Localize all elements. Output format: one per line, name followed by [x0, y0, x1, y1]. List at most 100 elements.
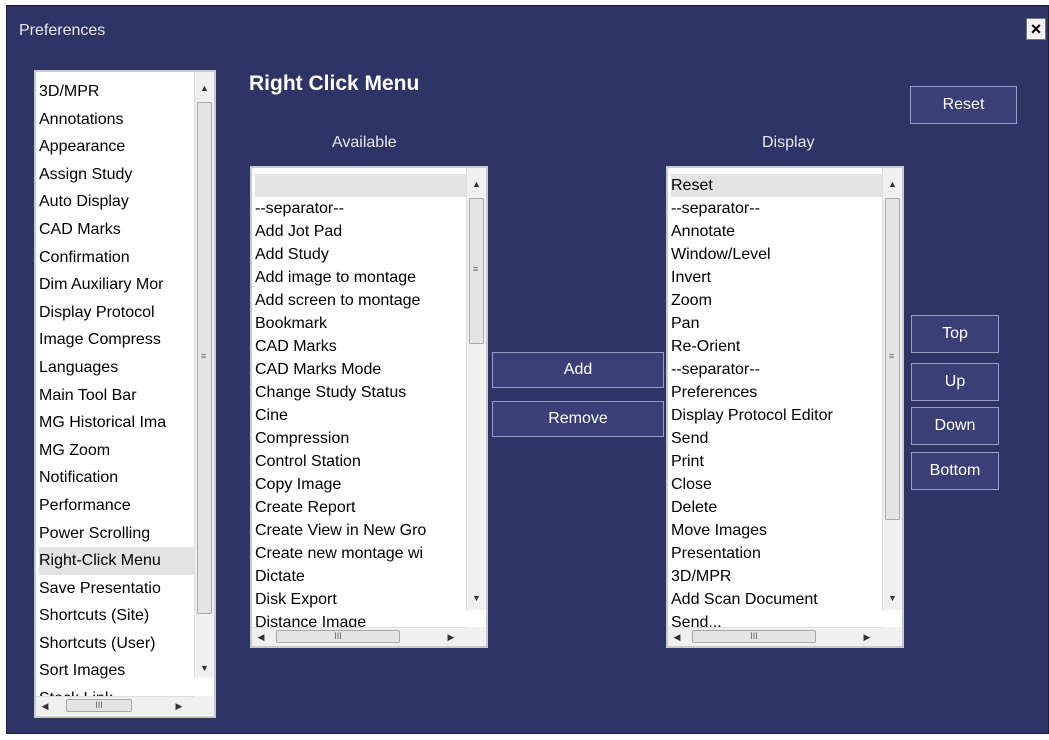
- list-item[interactable]: 3D/MPR: [39, 78, 194, 106]
- scroll-right-arrow-icon[interactable]: ▶: [170, 697, 188, 715]
- list-item[interactable]: --separator--: [255, 197, 466, 220]
- move-down-button[interactable]: Down: [911, 407, 999, 445]
- list-item[interactable]: CAD Marks Mode: [255, 358, 466, 381]
- list-item[interactable]: Display Protocol Editor: [671, 404, 882, 427]
- scroll-thumb[interactable]: III: [66, 699, 132, 712]
- list-item[interactable]: Dictate: [255, 565, 466, 588]
- list-item[interactable]: Sort Images: [39, 657, 194, 685]
- list-item[interactable]: Main Tool Bar: [39, 382, 194, 410]
- grip-icon: ≡: [201, 351, 207, 361]
- move-top-button[interactable]: Top: [911, 315, 999, 353]
- list-item[interactable]: Right-Click Menu: [39, 547, 194, 575]
- scroll-up-arrow-icon[interactable]: ▲: [467, 174, 486, 194]
- list-item[interactable]: Add Study: [255, 243, 466, 266]
- title-bar: Preferences ×: [7, 6, 1048, 46]
- list-item[interactable]: Window/Level: [671, 243, 882, 266]
- list-item[interactable]: Save Presentatio: [39, 575, 194, 603]
- list-item[interactable]: Confirmation: [39, 244, 194, 272]
- list-item[interactable]: Assign Study: [39, 161, 194, 189]
- list-item[interactable]: Performance: [39, 492, 194, 520]
- list-item[interactable]: [255, 174, 466, 197]
- list-item[interactable]: Dim Auxiliary Mor: [39, 271, 194, 299]
- scroll-left-arrow-icon[interactable]: ◀: [36, 697, 54, 715]
- list-item[interactable]: MG Zoom: [39, 437, 194, 465]
- scroll-up-arrow-icon[interactable]: ▲: [195, 78, 214, 98]
- add-button[interactable]: Add: [492, 352, 664, 388]
- list-item[interactable]: Pan: [671, 312, 882, 335]
- list-item[interactable]: --separator--: [671, 358, 882, 381]
- available-list-vscrollbar[interactable]: ▲ ≡ ▼: [466, 168, 486, 610]
- scroll-down-arrow-icon[interactable]: ▼: [195, 658, 214, 678]
- list-item[interactable]: Copy Image: [255, 473, 466, 496]
- reset-button[interactable]: Reset: [910, 86, 1017, 124]
- list-item[interactable]: Notification: [39, 464, 194, 492]
- available-list-hscrollbar[interactable]: ◀ III ▶: [252, 627, 466, 646]
- list-item[interactable]: Annotations: [39, 106, 194, 134]
- scroll-thumb[interactable]: ≡: [469, 198, 484, 344]
- list-item[interactable]: CAD Marks: [39, 216, 194, 244]
- list-item[interactable]: Change Study Status: [255, 381, 466, 404]
- list-item[interactable]: Print: [671, 450, 882, 473]
- list-item[interactable]: Bookmark: [255, 312, 466, 335]
- move-bottom-button[interactable]: Bottom: [911, 452, 999, 490]
- list-item[interactable]: Cine: [255, 404, 466, 427]
- display-list-vscrollbar[interactable]: ▲ ≡ ▼: [882, 168, 902, 610]
- scroll-corner: [882, 627, 902, 646]
- list-item[interactable]: Create Report: [255, 496, 466, 519]
- available-list[interactable]: --separator-- Add Jot Pad Add Study Add ima…: [250, 166, 488, 648]
- preferences-dialog: Preferences × 3D/MPR Annotations Appearanc…: [6, 5, 1049, 734]
- scroll-left-arrow-icon[interactable]: ◀: [668, 628, 686, 646]
- list-item[interactable]: Send: [671, 427, 882, 450]
- display-list-hscrollbar[interactable]: ◀ III ▶: [668, 627, 882, 646]
- close-button[interactable]: ×: [1026, 18, 1046, 40]
- list-item[interactable]: Languages: [39, 354, 194, 382]
- scroll-thumb[interactable]: ≡: [885, 198, 900, 520]
- list-item[interactable]: Control Station: [255, 450, 466, 473]
- scroll-thumb[interactable]: III: [692, 630, 816, 643]
- scroll-corner: [194, 696, 214, 715]
- list-item[interactable]: Close: [671, 473, 882, 496]
- list-item[interactable]: --separator--: [671, 197, 882, 220]
- scroll-right-arrow-icon[interactable]: ▶: [858, 628, 876, 646]
- list-item[interactable]: Add Jot Pad: [255, 220, 466, 243]
- list-item[interactable]: Add image to montage: [255, 266, 466, 289]
- list-item[interactable]: Presentation: [671, 542, 882, 565]
- scroll-thumb[interactable]: III: [276, 630, 400, 643]
- scroll-left-arrow-icon[interactable]: ◀: [252, 628, 270, 646]
- scroll-up-arrow-icon[interactable]: ▲: [883, 174, 902, 194]
- list-item[interactable]: MG Historical Ima: [39, 409, 194, 437]
- scroll-thumb[interactable]: ≡: [197, 102, 212, 614]
- list-item[interactable]: Reset: [671, 174, 882, 197]
- list-item[interactable]: Add screen to montage: [255, 289, 466, 312]
- list-item[interactable]: Shortcuts (Site): [39, 602, 194, 630]
- list-item[interactable]: Display Protocol: [39, 299, 194, 327]
- list-item[interactable]: Re-Orient: [671, 335, 882, 358]
- list-item[interactable]: Add Scan Document: [671, 588, 882, 611]
- display-list[interactable]: Reset --separator-- Annotate Window/Level In…: [666, 166, 904, 648]
- list-item[interactable]: Compression: [255, 427, 466, 450]
- list-item[interactable]: Create View in New Gro: [255, 519, 466, 542]
- list-item[interactable]: Auto Display: [39, 188, 194, 216]
- list-item[interactable]: Annotate: [671, 220, 882, 243]
- list-item[interactable]: Shortcuts (User): [39, 630, 194, 658]
- list-item[interactable]: Preferences: [671, 381, 882, 404]
- scroll-down-arrow-icon[interactable]: ▼: [883, 588, 902, 608]
- scroll-down-arrow-icon[interactable]: ▼: [467, 588, 486, 608]
- move-up-button[interactable]: Up: [911, 363, 999, 401]
- list-item[interactable]: Create new montage wi: [255, 542, 466, 565]
- list-item[interactable]: Disk Export: [255, 588, 466, 611]
- list-item[interactable]: Image Compress: [39, 326, 194, 354]
- list-item[interactable]: Delete: [671, 496, 882, 519]
- list-item[interactable]: CAD Marks: [255, 335, 466, 358]
- list-item[interactable]: Move Images: [671, 519, 882, 542]
- list-item[interactable]: 3D/MPR: [671, 565, 882, 588]
- list-item[interactable]: Power Scrolling: [39, 520, 194, 548]
- list-item[interactable]: Zoom: [671, 289, 882, 312]
- list-item[interactable]: Invert: [671, 266, 882, 289]
- category-list[interactable]: 3D/MPR Annotations Appearance Assign Study A…: [34, 70, 216, 718]
- category-list-hscrollbar[interactable]: ◀ III ▶: [36, 696, 194, 715]
- scroll-right-arrow-icon[interactable]: ▶: [442, 628, 460, 646]
- list-item[interactable]: Appearance: [39, 133, 194, 161]
- remove-button[interactable]: Remove: [492, 401, 664, 437]
- category-list-vscrollbar[interactable]: ▲ ≡ ▼: [194, 72, 214, 678]
